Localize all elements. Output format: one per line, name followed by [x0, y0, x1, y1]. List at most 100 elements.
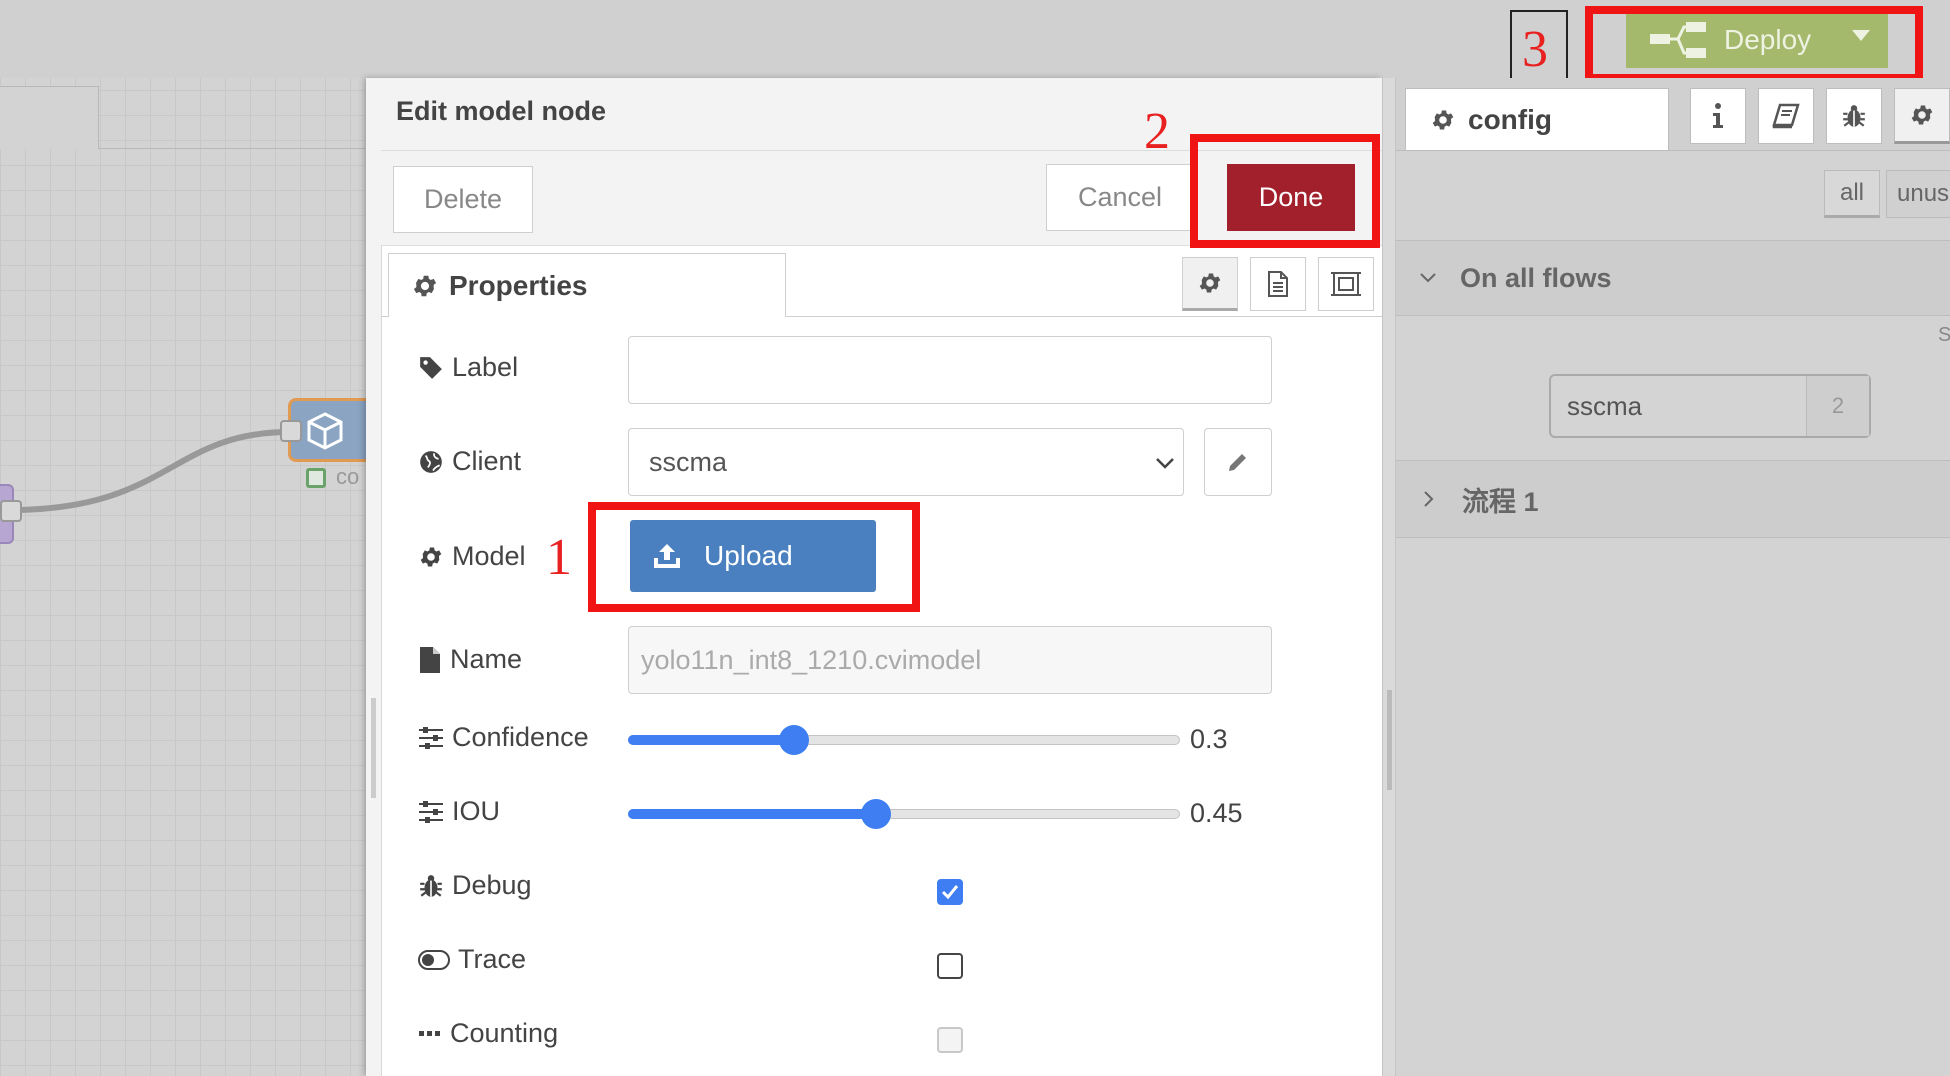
client-select[interactable]: sscma: [628, 428, 1184, 496]
model-node-input-port[interactable]: [280, 420, 302, 442]
confidence-text: Confidence: [452, 722, 589, 752]
file-icon: [420, 646, 440, 673]
bug-icon: [1843, 105, 1865, 127]
iou-slider-thumb[interactable]: [861, 799, 892, 829]
pencil-icon: [1229, 454, 1246, 471]
config-node-name: sscma: [1567, 390, 1643, 421]
cube-icon: [307, 412, 343, 450]
annotation-number-1: 1: [546, 529, 572, 586]
sliders-icon: [419, 726, 443, 749]
tab-node-settings[interactable]: [1182, 257, 1238, 311]
iou-text: IOU: [452, 796, 501, 826]
debug-field-label: Debug: [418, 870, 532, 901]
info-tab-button[interactable]: [1690, 88, 1746, 144]
node-status-icon: [306, 468, 326, 488]
tab-properties-label: Properties: [449, 269, 588, 301]
tab-node-description[interactable]: [1250, 257, 1306, 311]
help-tab-button[interactable]: [1758, 88, 1814, 144]
confidence-slider-thumb[interactable]: [778, 725, 809, 755]
flow-workspace[interactable]: [0, 78, 365, 1076]
config-tab-button[interactable]: [1894, 88, 1950, 144]
cancel-button[interactable]: Cancel: [1046, 164, 1194, 231]
iou-field-label: IOU: [418, 796, 500, 827]
sidebar: [1396, 78, 1950, 1076]
confidence-slider[interactable]: [628, 725, 1180, 755]
sidebar-edge-text: S: [1938, 324, 1950, 346]
section-on-all-flows-label: On all flows: [1460, 262, 1612, 293]
ellipsis-icon: [419, 1030, 440, 1036]
workspace-tab[interactable]: [0, 86, 99, 149]
book-icon: [1772, 103, 1800, 129]
trace-field-label: Trace: [418, 944, 526, 975]
document-icon: [1268, 271, 1288, 297]
iou-slider-fill: [628, 809, 877, 819]
client-select-value: sscma: [649, 446, 728, 477]
label-text: Label: [452, 352, 519, 382]
config-node-sscma[interactable]: sscma 2: [1549, 374, 1871, 438]
tab-divider: [786, 316, 1382, 317]
annotation-number-3: 3: [1522, 21, 1548, 78]
debug-tab-button[interactable]: [1826, 88, 1882, 144]
gear-icon: [420, 546, 442, 567]
filter-all-button[interactable]: all: [1824, 170, 1880, 218]
counting-checkbox[interactable]: [937, 1027, 963, 1053]
section-on-all-flows[interactable]: On all flows: [1396, 240, 1950, 316]
tab-node-appearance[interactable]: [1318, 257, 1374, 311]
node-status-text: co: [336, 464, 360, 489]
tray-resize-handle[interactable]: [366, 78, 382, 1076]
gear-icon: [1199, 273, 1221, 293]
delete-button[interactable]: Delete: [393, 166, 533, 233]
tab-config-label: config: [1468, 103, 1552, 135]
info-icon: [1713, 103, 1723, 128]
globe-icon: [420, 450, 442, 473]
gear-icon: [1911, 105, 1933, 125]
model-text: Model: [452, 541, 526, 571]
section-flow-1[interactable]: 流程 1: [1396, 460, 1950, 538]
bug-icon: [420, 874, 442, 897]
confidence-slider-fill: [628, 735, 794, 745]
confidence-field-label: Confidence: [418, 722, 589, 753]
section-flow-1-label: 流程 1: [1462, 486, 1539, 517]
label-field-label: Label: [418, 352, 518, 383]
client-text: Client: [452, 446, 522, 476]
client-field-label: Client: [418, 446, 521, 477]
config-node-count-value: 2: [1831, 393, 1845, 418]
annotation-box-deploy: [1585, 6, 1923, 82]
name-text: Name: [450, 644, 523, 674]
appearance-icon: [1331, 272, 1361, 296]
config-node-count: 2: [1806, 376, 1869, 436]
tab-divider-left: [381, 316, 388, 317]
tab-properties[interactable]: Properties: [388, 253, 786, 317]
flow-node-port[interactable]: [0, 500, 22, 522]
edit-client-button[interactable]: [1204, 428, 1272, 496]
name-placeholder: yolo11n_int8_1210.cvimodel: [641, 644, 982, 675]
gear-icon: [1432, 109, 1454, 130]
label-input[interactable]: [628, 336, 1272, 404]
gear-icon: [413, 275, 437, 296]
tab-config[interactable]: config: [1405, 88, 1669, 150]
debug-checkbox[interactable]: [937, 879, 963, 905]
tray-title: Edit model node: [396, 96, 607, 126]
workspace-tabbar-line: [98, 148, 365, 149]
name-field-label: Name: [418, 644, 522, 675]
sidebar-resize-handle[interactable]: [1382, 78, 1396, 1076]
model-field-label: Model: [418, 541, 526, 572]
chevron-down-icon: [1156, 458, 1174, 469]
confidence-value: 0.3: [1190, 724, 1228, 754]
annotation-number-2: 2: [1144, 103, 1170, 160]
annotation-box-upload: [588, 502, 920, 612]
annotation-box-done: [1190, 134, 1380, 248]
filter-unused-label: unus: [1897, 180, 1950, 207]
checkmark-icon: [941, 885, 959, 900]
counting-field-label: Counting: [418, 1018, 558, 1049]
chevron-right-icon: [1424, 491, 1434, 507]
filter-unused-button[interactable]: unus: [1886, 170, 1950, 218]
iou-slider[interactable]: [628, 799, 1180, 829]
trace-checkbox[interactable]: [937, 953, 963, 979]
tag-icon: [420, 356, 442, 379]
debug-text: Debug: [452, 870, 532, 900]
chevron-down-icon: [1420, 273, 1436, 283]
iou-value: 0.45: [1190, 798, 1243, 828]
toggle-icon: [418, 949, 450, 970]
name-input[interactable]: yolo11n_int8_1210.cvimodel: [628, 626, 1272, 694]
